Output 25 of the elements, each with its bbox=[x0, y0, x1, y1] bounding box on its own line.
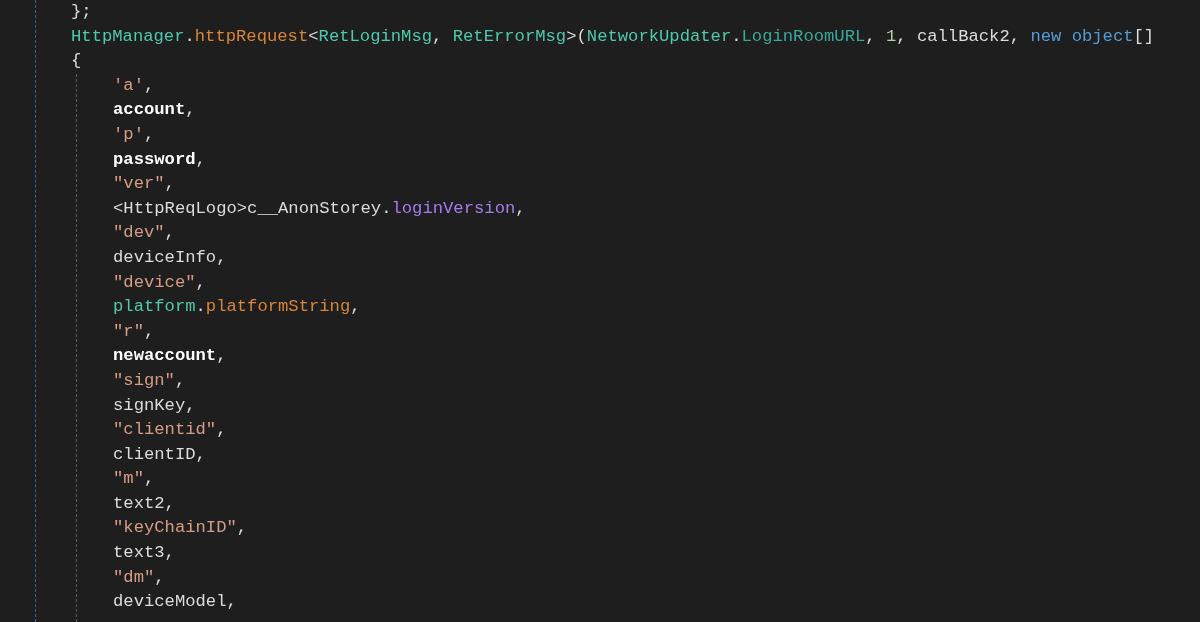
code-line: "dm", bbox=[113, 566, 165, 589]
code-line: { bbox=[71, 50, 82, 73]
code-line: "keyChainID", bbox=[113, 517, 248, 540]
code-line: deviceModel, bbox=[113, 591, 237, 614]
code-line: 'p', bbox=[113, 123, 155, 146]
code-line: clientID, bbox=[113, 443, 206, 466]
code-line: "sign", bbox=[113, 369, 186, 392]
code-line: password, bbox=[113, 148, 206, 171]
code-line: 'a', bbox=[113, 74, 155, 97]
code-line: <HttpReqLogo>c__AnonStorey.loginVersion, bbox=[113, 197, 526, 220]
code-line: "r", bbox=[113, 320, 155, 343]
code-line: newaccount, bbox=[113, 345, 227, 368]
code-line: "m", bbox=[113, 468, 155, 491]
code-line: deviceInfo, bbox=[113, 246, 227, 269]
code-line: text2, bbox=[113, 492, 175, 515]
code-line: text3, bbox=[113, 542, 175, 565]
code-line: HttpManager.httpRequest<RetLoginMsg, RetErrorMsg>(NetworkUpdater.LoginRoomURL, 1, callBack2, new object[] bbox=[71, 25, 1155, 48]
code-line: "clientid", bbox=[113, 419, 227, 442]
code-line: platform.platformString, bbox=[113, 296, 361, 319]
code-line: }; bbox=[71, 1, 92, 23]
code-line: "dev", bbox=[113, 222, 175, 245]
code-line: "ver", bbox=[113, 173, 175, 196]
code-line: signKey, bbox=[113, 394, 196, 417]
code-line: account, bbox=[113, 99, 196, 122]
code-line: "device", bbox=[113, 271, 206, 294]
